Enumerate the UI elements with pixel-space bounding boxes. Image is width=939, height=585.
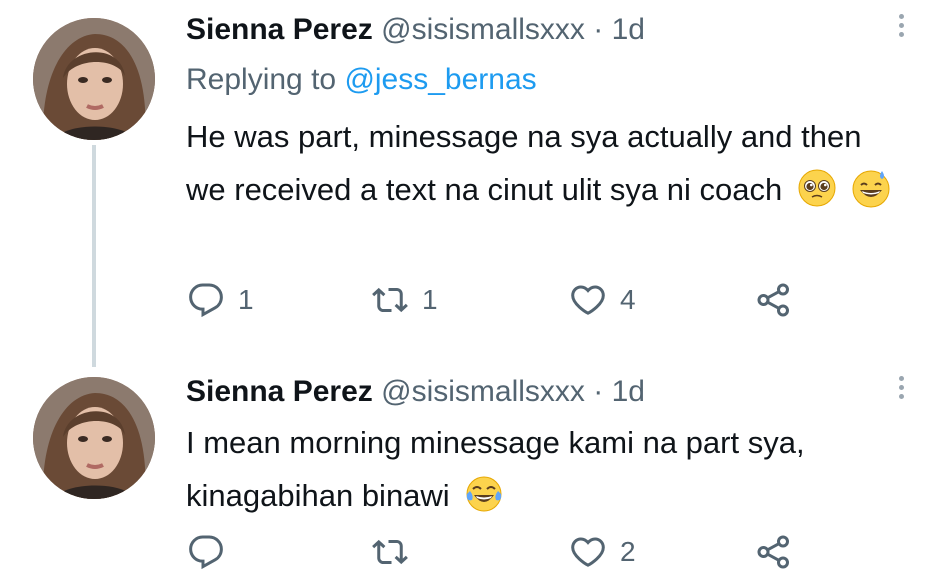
share-icon xyxy=(757,535,789,569)
replying-to-mention[interactable]: @jess_bernas xyxy=(344,63,536,96)
thread-connector-line xyxy=(92,145,96,367)
tweet-text-content: He was part, minessage na sya actually a… xyxy=(186,119,862,207)
tweet-actions: 1 1 4 xyxy=(186,280,826,320)
retweet-icon xyxy=(372,539,408,565)
replying-to: Replying to @jess_bernas xyxy=(186,62,537,98)
replying-to-label: Replying to xyxy=(186,63,337,96)
like-count: 4 xyxy=(620,284,636,315)
reply-icon xyxy=(189,535,223,570)
pleading-face-icon xyxy=(798,169,836,207)
like-button[interactable]: 4 xyxy=(570,280,636,320)
tweet-actions: 2 xyxy=(186,532,826,572)
tweet-header: Sienna Perez @sisismallsxxx · 1d xyxy=(186,374,645,410)
share-button[interactable] xyxy=(756,280,792,320)
author-handle[interactable]: @sisismallsxxx xyxy=(381,13,585,46)
timestamp[interactable]: 1d xyxy=(612,13,645,46)
avatar[interactable] xyxy=(33,377,155,499)
like-count: 2 xyxy=(620,536,636,567)
more-options-icon[interactable] xyxy=(897,376,905,399)
retweet-count: 1 xyxy=(422,284,438,315)
more-options-icon[interactable] xyxy=(897,14,905,37)
reply-icon xyxy=(189,283,223,318)
tweet-text: I mean morning minessage kami na part sy… xyxy=(186,416,906,522)
like-button[interactable]: 2 xyxy=(570,532,636,572)
author-handle[interactable]: @sisismallsxxx xyxy=(381,375,585,408)
tweet-header: Sienna Perez @sisismallsxxx · 1d xyxy=(186,12,645,48)
heart-icon xyxy=(571,285,605,315)
retweet-button[interactable]: 1 xyxy=(372,280,438,320)
separator-dot: · xyxy=(593,13,604,46)
share-icon xyxy=(757,283,789,317)
grinning-sweat-face-icon xyxy=(852,170,890,208)
retweet-icon xyxy=(372,287,408,313)
retweet-button[interactable] xyxy=(372,532,422,572)
author-name[interactable]: Sienna Perez xyxy=(186,375,373,408)
author-name[interactable]: Sienna Perez xyxy=(186,13,373,46)
timestamp[interactable]: 1d xyxy=(612,375,645,408)
reply-count: 1 xyxy=(238,284,254,315)
separator-dot: · xyxy=(593,375,604,408)
avatar[interactable] xyxy=(33,18,155,140)
tweet[interactable]: Sienna Perez @sisismallsxxx · 1d Replyin… xyxy=(0,0,939,367)
tears-of-joy-face-icon xyxy=(466,476,502,512)
share-button[interactable] xyxy=(756,532,792,572)
tweet-text: He was part, minessage na sya actually a… xyxy=(186,110,906,216)
reply-button[interactable]: 1 xyxy=(188,280,254,320)
reply-button[interactable] xyxy=(188,532,238,572)
heart-icon xyxy=(571,537,605,567)
